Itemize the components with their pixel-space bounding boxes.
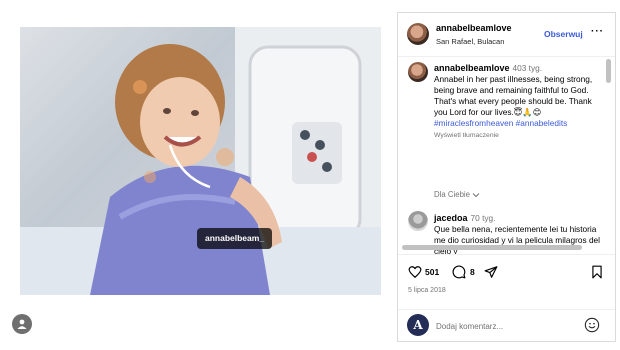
vertical-scrollbar[interactable] <box>606 59 611 83</box>
photo-user-tag[interactable]: annabelbeam_ <box>197 228 273 249</box>
caption-avatar[interactable] <box>408 62 428 82</box>
author-username[interactable]: annabelbeamlove <box>436 23 512 33</box>
post-dialog: annabelbeam_ annabelbeamlove San Rafael,… <box>0 0 620 350</box>
photo-illustration <box>20 27 381 295</box>
save-button[interactable] <box>590 265 604 279</box>
comments-list: annabelbeamlove 403 tyg. Annabel in her p… <box>398 58 615 254</box>
translate-link[interactable]: Wyświetl tłumaczenie <box>434 130 604 141</box>
add-comment-bar: A <box>398 309 615 342</box>
author-avatar[interactable] <box>407 23 429 45</box>
comment-count[interactable]: 8 <box>470 267 475 277</box>
like-button[interactable] <box>408 265 422 279</box>
post-date[interactable]: 5 lipca 2018 <box>408 287 446 294</box>
commenter-avatar[interactable] <box>408 211 428 231</box>
person-icon <box>17 319 27 329</box>
speech-bubble-icon <box>452 265 466 279</box>
horizontal-scrollbar[interactable] <box>402 245 582 250</box>
chevron-down-icon <box>472 190 480 199</box>
caption-body: annabelbeamlove 403 tyg. Annabel in her p… <box>434 63 604 141</box>
comment-sort-dropdown[interactable]: Dla Ciebie <box>434 190 480 199</box>
commenter-username[interactable]: jacedoa <box>434 213 468 223</box>
bookmark-icon <box>592 265 602 279</box>
tagged-users-button[interactable] <box>12 314 32 334</box>
smiley-icon <box>584 317 600 333</box>
sort-label: Dla Ciebie <box>434 190 470 199</box>
post-header: annabelbeamlove San Rafael, Bulacan Obse… <box>398 13 615 57</box>
post-actions: 501 8 5 lipca 2018 <box>398 254 615 309</box>
caption-username[interactable]: annabelbeamlove <box>434 63 510 73</box>
comment-input[interactable] <box>436 319 566 333</box>
caption-text: Annabel in her past illnesses, being str… <box>434 74 593 117</box>
comment-time: 70 tyg. <box>470 213 496 223</box>
caption-hashtags[interactable]: #miraclesfromheaven #annabeledits <box>434 118 604 129</box>
like-count[interactable]: 501 <box>425 267 439 277</box>
follow-button[interactable]: Obserwuj <box>544 29 583 39</box>
more-options-button[interactable]: ··· <box>591 26 604 37</box>
emoji-button[interactable] <box>584 317 600 333</box>
media-panel: annabelbeam_ <box>0 0 398 350</box>
caption-time: 403 tyg. <box>512 63 543 73</box>
share-button[interactable] <box>484 265 498 279</box>
current-user-avatar[interactable]: A <box>407 314 429 336</box>
post-sidebar: annabelbeamlove San Rafael, Bulacan Obse… <box>397 12 616 342</box>
post-location[interactable]: San Rafael, Bulacan <box>436 37 504 46</box>
comment-button[interactable] <box>452 265 466 279</box>
paper-plane-icon <box>484 266 498 278</box>
heart-icon <box>408 266 422 279</box>
post-photo[interactable]: annabelbeam_ <box>20 27 381 295</box>
